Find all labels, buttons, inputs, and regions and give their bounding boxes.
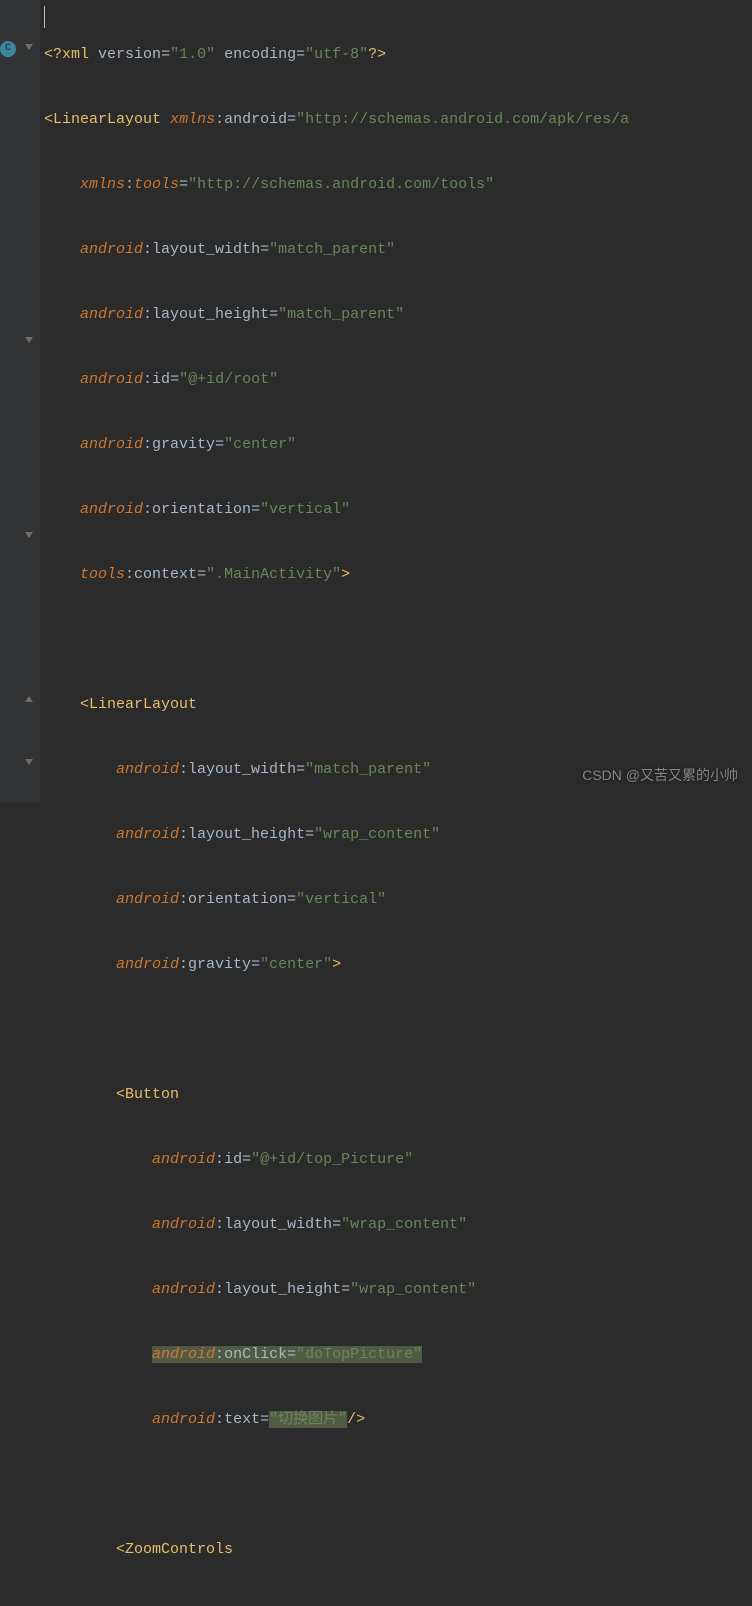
code-line[interactable]: xmlns:tools="http://schemas.android.com/… bbox=[44, 169, 629, 202]
breakpoint-icon[interactable]: C bbox=[0, 41, 16, 57]
code-line[interactable]: android:id="@+id/zoom" bbox=[44, 1599, 629, 1606]
code-line[interactable]: android:layout_height="wrap_content" bbox=[44, 819, 629, 852]
code-line[interactable]: tools:context=".MainActivity"> bbox=[44, 559, 629, 592]
fold-icon[interactable] bbox=[22, 41, 36, 55]
code-line[interactable]: android:id="@+id/top_Picture" bbox=[44, 1144, 629, 1177]
fold-icon[interactable] bbox=[22, 756, 36, 770]
code-line[interactable]: android:layout_width="match_parent" bbox=[44, 234, 629, 267]
code-line[interactable]: <?xml version="1.0" encoding="utf-8"?> bbox=[44, 39, 629, 72]
code-line[interactable]: android:gravity="center" bbox=[44, 429, 629, 462]
code-line[interactable] bbox=[44, 1469, 629, 1502]
code-editor[interactable]: <?xml version="1.0" encoding="utf-8"?> <… bbox=[44, 6, 629, 1606]
code-line[interactable]: android:text="切换图片"/> bbox=[44, 1404, 629, 1437]
code-line[interactable]: android:id="@+id/root" bbox=[44, 364, 629, 397]
watermark-text: CSDN @又苦又累的小帅 bbox=[582, 759, 738, 792]
code-line[interactable]: android:layout_height="match_parent" bbox=[44, 299, 629, 332]
fold-icon[interactable] bbox=[22, 334, 36, 348]
code-line[interactable]: android:gravity="center"> bbox=[44, 949, 629, 982]
code-line[interactable]: android:orientation="vertical" bbox=[44, 494, 629, 527]
code-line[interactable]: <LinearLayout bbox=[44, 689, 629, 722]
code-line[interactable]: <Button bbox=[44, 1079, 629, 1112]
code-line[interactable] bbox=[44, 624, 629, 657]
code-line[interactable] bbox=[44, 1014, 629, 1047]
code-line[interactable]: android:orientation="vertical" bbox=[44, 884, 629, 917]
code-line[interactable]: android:onClick="doTopPicture" bbox=[44, 1339, 629, 1372]
code-line[interactable]: <ZoomControls bbox=[44, 1534, 629, 1567]
code-line[interactable]: <LinearLayout xmlns:android="http://sche… bbox=[44, 104, 629, 137]
code-line[interactable]: android:layout_width="match_parent" bbox=[44, 754, 629, 787]
gutter: C bbox=[0, 0, 40, 803]
fold-icon[interactable] bbox=[22, 529, 36, 543]
code-line[interactable]: android:layout_height="wrap_content" bbox=[44, 1274, 629, 1307]
fold-up-icon[interactable] bbox=[22, 691, 36, 705]
code-line[interactable]: android:layout_width="wrap_content" bbox=[44, 1209, 629, 1242]
